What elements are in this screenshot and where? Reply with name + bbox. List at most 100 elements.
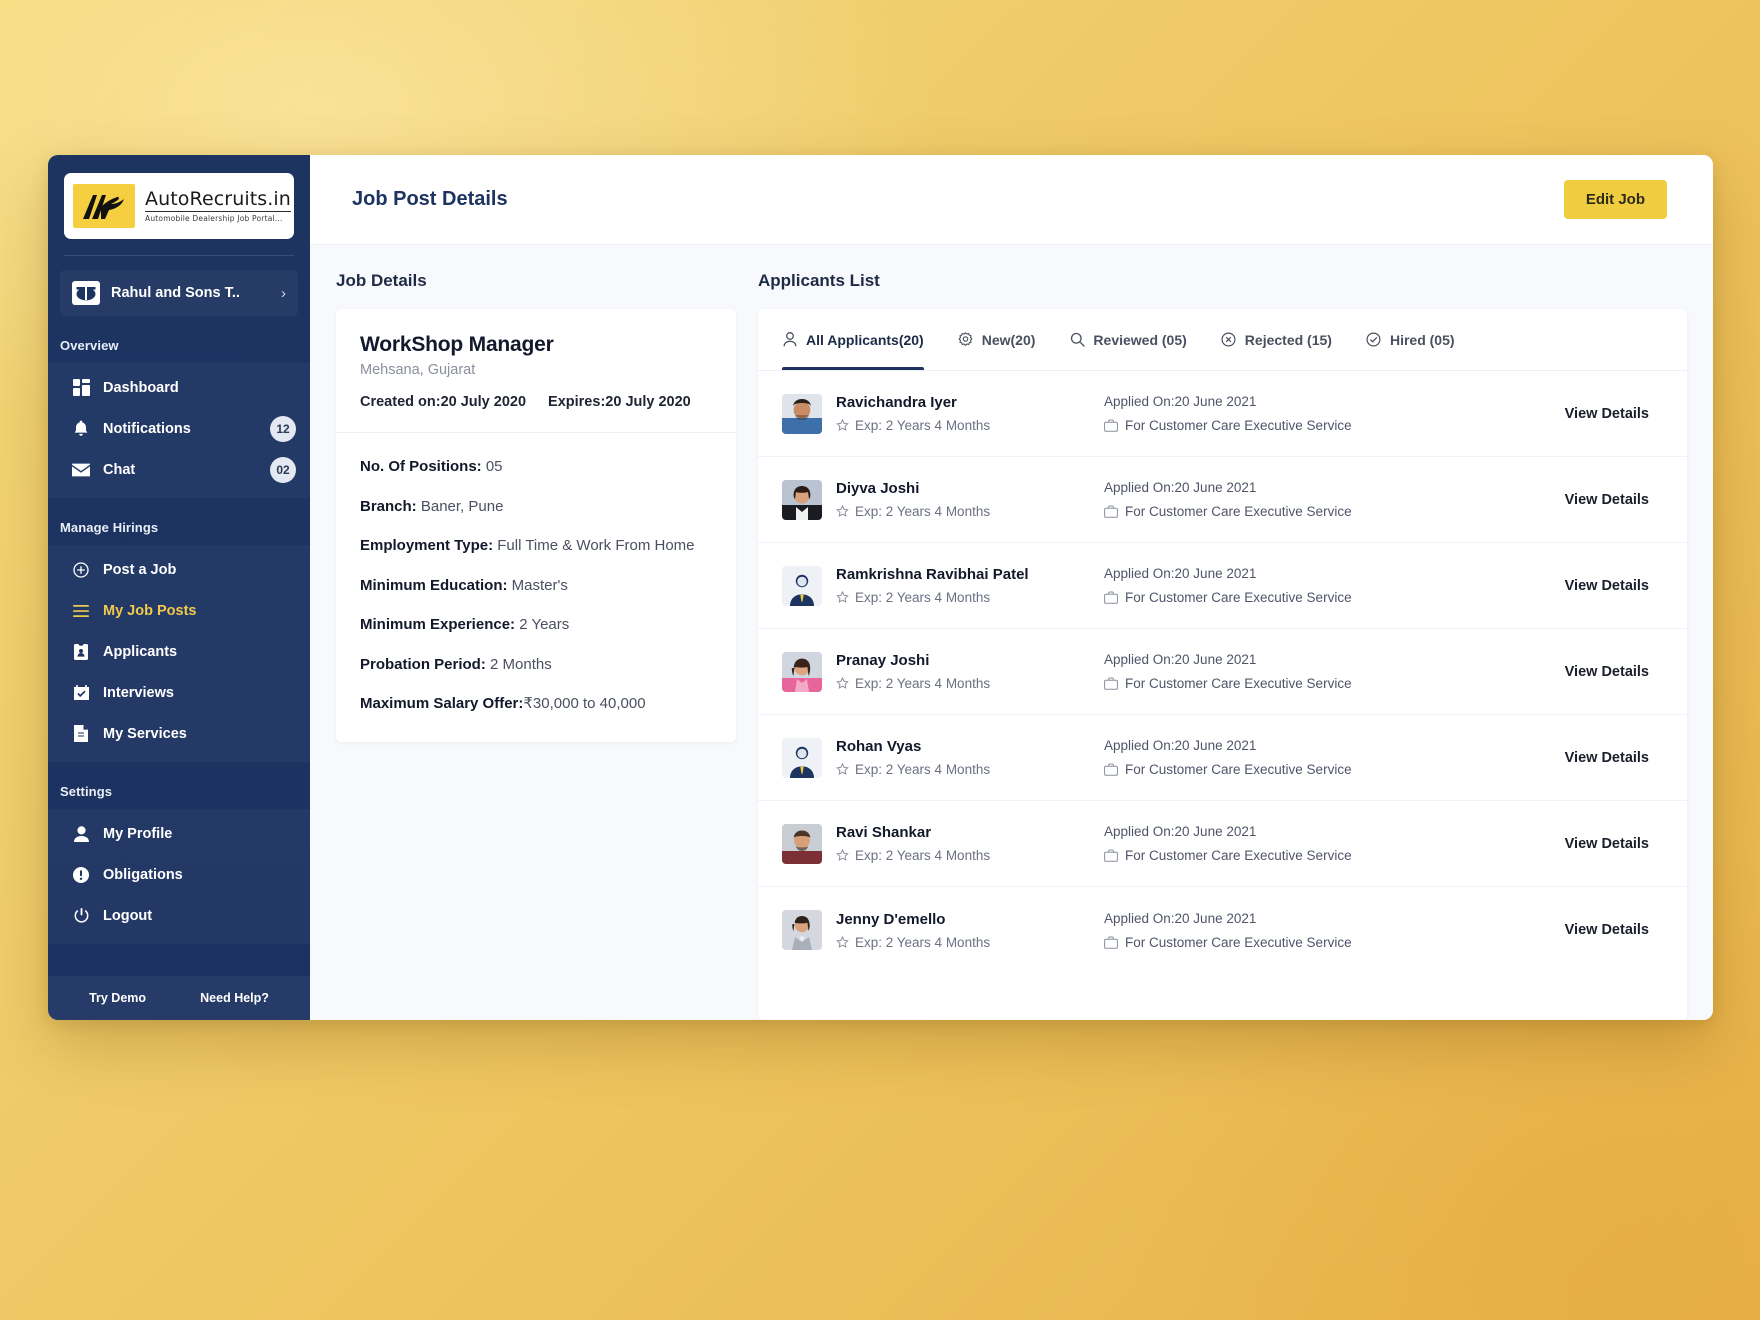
applicant-identity: Diyva Joshi Exp: 2 Years 4 Months (836, 480, 1104, 519)
job-field-key: Branch: (360, 497, 417, 515)
view-details-link[interactable]: View Details (1565, 836, 1663, 852)
dashboard-icon (72, 379, 90, 397)
applicant-name: Jenny D'emello (836, 910, 946, 928)
try-demo-link[interactable]: Try Demo (89, 991, 146, 1005)
tab-all-applicants[interactable]: All Applicants(20) (782, 309, 924, 370)
avatar (782, 823, 822, 864)
applicant-meta: Applied On:20 June 2021 For Customer Car… (1104, 652, 1565, 691)
job-expires: Expires:20 July 2020 (548, 394, 691, 410)
tab-reviewed[interactable]: Reviewed (05) (1069, 309, 1187, 370)
job-fields: No. Of Positions: 05 Branch: Baner, Pune… (336, 433, 736, 742)
tab-label: Reviewed (05) (1093, 331, 1187, 348)
job-title: WorkShop Manager (360, 333, 554, 356)
sidebar-item-logout[interactable]: Logout (48, 895, 310, 936)
applicant-meta: Applied On:20 June 2021 For Customer Car… (1104, 394, 1565, 433)
sidebar-item-chat[interactable]: Chat 02 (48, 449, 310, 490)
briefcase-icon (1104, 419, 1118, 432)
job-field-value: Master's (511, 576, 568, 594)
applicant-name: Ravi Shankar (836, 824, 932, 841)
applicant-service-text: For Customer Care Executive Service (1125, 934, 1352, 950)
power-icon (72, 907, 90, 925)
briefcase-icon (1104, 677, 1118, 690)
applicant-experience: Exp: 2 Years 4 Months (836, 504, 1104, 519)
tab-hired[interactable]: Hired (05) (1366, 309, 1455, 370)
app-logo[interactable]: AutoRecruits.in Automobile Dealership Jo… (64, 173, 294, 239)
sidebar-item-label: Chat (103, 461, 136, 478)
sidebar-item-my-job-posts[interactable]: My Job Posts (48, 590, 310, 631)
applicant-row[interactable]: Pranay Joshi Exp: 2 Years 4 Months Appli… (758, 629, 1687, 715)
job-field-key: Minimum Education: (360, 576, 508, 594)
sidebar-item-applicants[interactable]: Applicants (48, 631, 310, 672)
sidebar-group-overview: Dashboard Notifications 12 Chat 02 (48, 363, 310, 498)
applicant-row[interactable]: Rohan Vyas Exp: 2 Years 4 Months Applied… (758, 715, 1687, 801)
job-created-value: 20 July 2020 (440, 394, 527, 410)
job-created-label: Created on: (360, 394, 441, 410)
applicant-service-text: For Customer Care Executive Service (1125, 676, 1352, 691)
applicant-row[interactable]: Ramkrishna Ravibhai Patel Exp: 2 Years 4… (758, 543, 1687, 629)
org-switcher[interactable]: Rahul and Sons T.. › (60, 270, 298, 316)
star-icon (836, 419, 849, 431)
sidebar-section-overview: Overview (60, 338, 119, 353)
sidebar-item-my-profile[interactable]: My Profile (48, 813, 310, 854)
sidebar-item-interviews[interactable]: Interviews (48, 672, 310, 713)
sidebar-item-label: Interviews (103, 684, 174, 701)
view-details-link[interactable]: View Details (1565, 922, 1663, 938)
applicants-heading: Applicants List (758, 271, 880, 290)
avatar (782, 565, 822, 606)
user-icon (72, 825, 90, 843)
sidebar-item-obligations[interactable]: Obligations (48, 854, 310, 895)
search-icon (1069, 332, 1085, 348)
view-details-link[interactable]: View Details (1565, 492, 1663, 508)
applicant-identity: Pranay Joshi Exp: 2 Years 4 Months (836, 652, 1104, 691)
applicant-meta: Applied On:20 June 2021 For Customer Car… (1104, 480, 1565, 519)
job-field-value: 2 Months (490, 655, 552, 673)
main-area: Job Post Details Edit Job Job Details Wo… (310, 155, 1713, 1020)
applicant-identity: Jenny D'emello Exp: 2 Years 4 Months (836, 911, 1104, 950)
applicant-service: For Customer Care Executive Service (1104, 935, 1565, 950)
logo-text: AutoRecruits.in Automobile Dealership Jo… (145, 189, 291, 223)
applicant-experience-text: Exp: 2 Years 4 Months (855, 934, 991, 950)
applicant-applied-date: Applied On:20 June 2021 (1104, 652, 1257, 667)
job-dates: Created on:20 July 2020 Expires:20 July … (360, 394, 712, 410)
sidebar-item-label: My Profile (103, 825, 173, 842)
applicant-service: For Customer Care Executive Service (1104, 762, 1565, 777)
applicant-row[interactable]: Ravichandra Iyer Exp: 2 Years 4 Months A… (758, 371, 1687, 457)
job-details-column: Job Details WorkShop Manager Mehsana, Gu… (336, 271, 736, 1020)
job-created: Created on:20 July 2020 (360, 394, 526, 410)
applicant-row[interactable]: Ravi Shankar Exp: 2 Years 4 Months Appli… (758, 801, 1687, 887)
applicant-experience: Exp: 2 Years 4 Months (836, 676, 1104, 691)
applicant-applied-date: Applied On:20 June 2021 (1104, 394, 1257, 409)
view-details-link[interactable]: View Details (1565, 664, 1663, 680)
applicant-row[interactable]: Diyva Joshi Exp: 2 Years 4 Months Applie… (758, 457, 1687, 543)
view-details-link[interactable]: View Details (1565, 578, 1663, 594)
sidebar-divider (64, 255, 294, 256)
applicant-service-text: For Customer Care Executive Service (1125, 504, 1352, 519)
sidebar-item-notifications[interactable]: Notifications 12 (48, 408, 310, 449)
sidebar-item-post-a-job[interactable]: Post a Job (48, 549, 310, 590)
sidebar-group-settings: My Profile Obligations Logout (48, 809, 310, 944)
applicant-service: For Customer Care Executive Service (1104, 676, 1565, 691)
applicant-row[interactable]: Jenny D'emello Exp: 2 Years 4 Months App… (758, 887, 1687, 973)
edit-job-button[interactable]: Edit Job (1563, 180, 1667, 219)
tab-new[interactable]: New(20) (958, 309, 1035, 370)
tab-rejected[interactable]: Rejected (15) (1221, 309, 1332, 370)
view-details-link[interactable]: View Details (1565, 750, 1663, 766)
tab-label: Hired (05) (1389, 331, 1455, 348)
need-help-link[interactable]: Need Help? (200, 991, 269, 1005)
applicant-identity: Ramkrishna Ravibhai Patel Exp: 2 Years 4… (836, 566, 1104, 605)
job-field: No. Of Positions: 05 (360, 457, 712, 477)
view-details-link[interactable]: View Details (1565, 406, 1663, 422)
applicant-service-text: For Customer Care Executive Service (1125, 848, 1352, 863)
sidebar-section-settings: Settings (60, 784, 113, 799)
sidebar-item-dashboard[interactable]: Dashboard (48, 367, 310, 408)
star-icon (836, 935, 849, 948)
gear-icon (958, 332, 974, 348)
applicant-applied-date: Applied On:20 June 2021 (1104, 480, 1257, 495)
applicant-experience: Exp: 2 Years 4 Months (836, 590, 1104, 605)
sidebar-item-my-services[interactable]: My Services (48, 713, 310, 754)
sidebar-item-label: My Job Posts (103, 602, 197, 619)
avatar (782, 479, 822, 520)
briefcase-icon (1104, 505, 1118, 518)
sidebar-group-manage-hirings: Post a Job My Job Posts Applicants Inter… (48, 545, 310, 762)
applicant-service: For Customer Care Executive Service (1104, 504, 1565, 519)
